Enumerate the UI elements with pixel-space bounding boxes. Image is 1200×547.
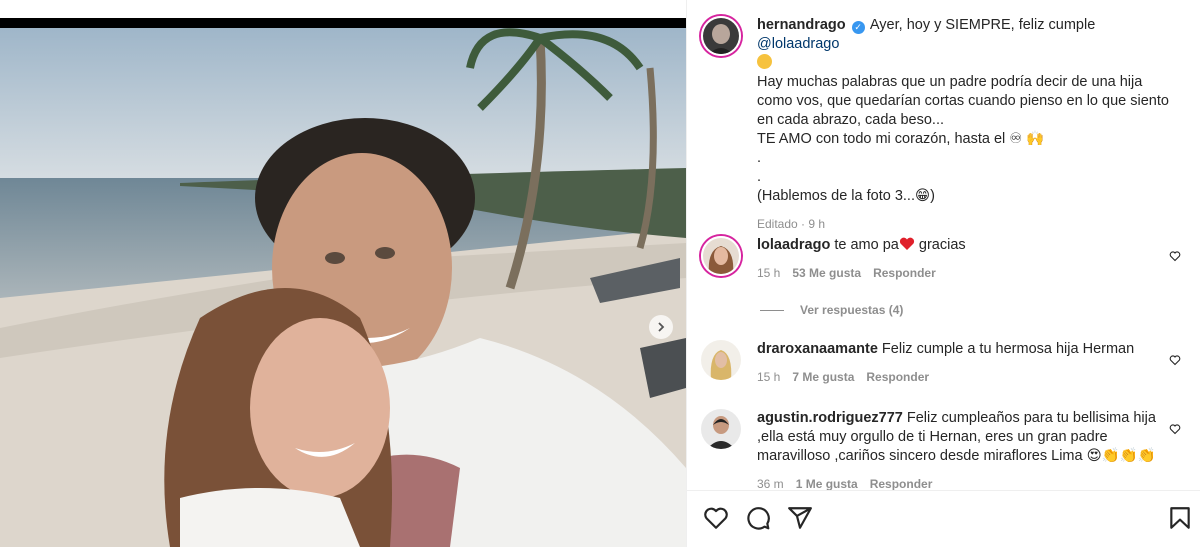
heart-icon[interactable] (703, 505, 729, 531)
author-avatar[interactable] (701, 16, 741, 56)
caption-line: (Hablemos de la foto 3...😁) (757, 188, 935, 204)
comment-text: gracias (914, 237, 966, 253)
comment-time: 15 h (757, 266, 781, 280)
comment-icon[interactable] (745, 505, 771, 531)
commenter-avatar[interactable] (701, 409, 741, 449)
comment-likes[interactable]: 7 Me gusta (792, 368, 854, 387)
bookmark-icon[interactable] (1167, 505, 1193, 531)
caption-line: . (757, 150, 762, 166)
avatar-image (703, 18, 739, 54)
commenter-username[interactable]: lolaadrago (757, 237, 830, 253)
comment-text: maravilloso ,cariños sincero desde miraf… (757, 448, 1156, 464)
reply-button[interactable]: Responder (873, 264, 936, 283)
caption-line: como vos, que quedarían cortas cuando pi… (757, 93, 1169, 109)
avatar-image (701, 409, 741, 449)
caption-line: . (757, 169, 762, 185)
red-heart-emoji (899, 237, 914, 250)
comment-item: draroxanaamante Feliz cumple a tu hermos… (701, 340, 1187, 387)
beach-selfie-image (0, 28, 686, 547)
comment-item: lolaadrago te amo pa gracias 15 h 53 Me … (701, 236, 1187, 283)
replies-divider (760, 309, 784, 311)
author-username[interactable]: hernandrago (757, 17, 846, 33)
mention-link[interactable]: @lolaadrago (757, 36, 839, 52)
commenter-avatar[interactable] (701, 340, 741, 380)
caption-meta: Editado · 9 h (757, 217, 826, 231)
post-photo[interactable] (0, 28, 686, 547)
reply-button[interactable]: Responder (866, 368, 929, 387)
caption-line: Ayer, hoy y SIEMPRE, feliz cumple (869, 17, 1096, 33)
post-actions-bar (687, 490, 1200, 547)
comment-text: ,ella está muy orgullo de ti Hernan, ere… (757, 429, 1108, 445)
caption-line: Hay muchas palabras que un padre podría … (757, 74, 1143, 90)
photo-top-border (0, 18, 686, 28)
like-comment-icon[interactable] (1169, 354, 1181, 366)
comment-text: Feliz cumpleaños para tu bellisima hija (906, 410, 1156, 426)
caption-line: TE AMO con todo mi corazón, hasta el ♾ 🙌 (757, 131, 1045, 147)
view-replies-button[interactable]: Ver respuestas (4) (760, 303, 903, 317)
avatar-image (703, 238, 739, 274)
view-replies-label: Ver respuestas (4) (800, 303, 904, 317)
chevron-right-icon (658, 322, 665, 332)
like-comment-icon[interactable] (1169, 250, 1181, 262)
comment-likes[interactable]: 53 Me gusta (792, 264, 861, 283)
comment-item: agustin.rodriguez777 Feliz cumpleaños pa… (701, 409, 1187, 494)
caption-line: en cada abrazo, cada beso... (757, 112, 945, 128)
avatar-image (701, 340, 741, 380)
commenter-username[interactable]: draroxanaamante (757, 341, 878, 357)
next-image-button[interactable] (649, 315, 673, 339)
share-icon[interactable] (787, 505, 813, 531)
commenter-avatar[interactable] (701, 236, 741, 276)
comments-panel: hernandrago ✓ Ayer, hoy y SIEMPRE, feliz… (686, 0, 1200, 547)
comment-text: Feliz cumple a tu hermosa hija Herman (881, 341, 1135, 357)
caption-text: hernandrago ✓ Ayer, hoy y SIEMPRE, feliz… (757, 16, 1177, 234)
comment-text: te amo pa (834, 237, 899, 253)
commenter-username[interactable]: agustin.rodriguez777 (757, 410, 903, 426)
like-comment-icon[interactable] (1169, 423, 1181, 435)
post-caption: hernandrago ✓ Ayer, hoy y SIEMPRE, feliz… (701, 16, 1181, 234)
verified-icon: ✓ (851, 21, 865, 34)
comment-time: 15 h (757, 370, 781, 384)
heart-eyes-emoji (757, 54, 772, 69)
